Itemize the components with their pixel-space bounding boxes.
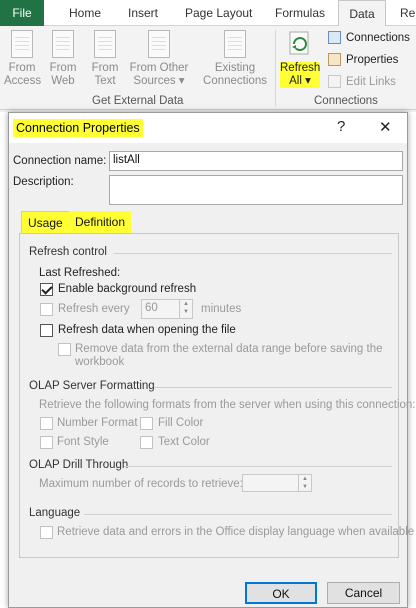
language-label: Retrieve data and errors in the Office d… [57, 526, 415, 538]
remove-data-label: Remove data from the external data range… [75, 343, 383, 355]
other-sources-icon [148, 30, 170, 58]
tab-file[interactable]: File [0, 0, 44, 26]
existing-connections-button[interactable]: Existing Connections [200, 30, 270, 88]
close-button[interactable]: ✕ [379, 118, 392, 136]
from-text-button[interactable]: From Text [88, 30, 122, 88]
connections-group-label: Connections [314, 95, 378, 107]
olap-formatting-heading: OLAP Server Formatting [29, 380, 155, 392]
description-label: Description: [13, 176, 74, 188]
ok-button[interactable]: OK [245, 582, 317, 604]
language-checkbox[interactable] [40, 526, 53, 539]
refresh-control-heading: Refresh control [29, 246, 107, 258]
tab-data[interactable]: Data [338, 0, 386, 27]
text-color-checkbox[interactable] [140, 436, 153, 449]
section-divider [124, 466, 392, 467]
ribbon: From Access From Web From Text From Othe… [0, 26, 416, 110]
worksheet-left-edge [0, 112, 8, 608]
connection-name-label: Connection name: [13, 155, 107, 167]
web-icon [52, 30, 74, 58]
text-color-label: Text Color [158, 436, 210, 448]
from-access-button[interactable]: From Access [4, 30, 41, 88]
fill-color-checkbox[interactable] [140, 417, 153, 430]
olap-drill-heading: OLAP Drill Through [29, 459, 129, 471]
number-format-label: Number Format [57, 417, 138, 429]
edit-links-icon [328, 75, 341, 88]
cancel-button[interactable]: Cancel [327, 582, 400, 604]
spinner-arrows-icon[interactable]: ▲ ▼ [298, 475, 311, 491]
language-heading: Language [29, 507, 81, 519]
font-style-checkbox[interactable] [40, 436, 53, 449]
connections-icon [328, 31, 341, 44]
spinner-arrows-icon[interactable]: ▲ ▼ [179, 300, 192, 318]
last-refreshed-label: Last Refreshed: [39, 267, 121, 279]
tab-formulas[interactable]: Formulas [275, 0, 325, 26]
database-icon [11, 30, 33, 58]
properties-icon [328, 53, 341, 66]
connection-name-input[interactable]: listAll [109, 151, 403, 171]
tab-review[interactable]: Re [400, 0, 415, 26]
section-divider [84, 514, 392, 515]
refresh-every-spinner[interactable]: 60 ▲ ▼ [141, 299, 193, 319]
enable-background-label: Enable background refresh [58, 283, 197, 295]
font-style-label: Font Style [57, 436, 109, 448]
dialog-title: Connection Properties [13, 119, 143, 137]
get-external-data-group-label: Get External Data [92, 95, 184, 107]
minutes-label: minutes [201, 303, 242, 315]
connection-properties-dialog: Connection Properties ? ✕ Connection nam… [8, 112, 416, 608]
tab-home[interactable]: Home [69, 0, 101, 26]
tab-page-layout[interactable]: Page Layout [185, 0, 252, 26]
tab-definition[interactable]: Definition [69, 211, 132, 233]
text-file-icon [94, 30, 116, 58]
enable-background-checkbox[interactable] [40, 283, 53, 296]
refresh-every-label: Refresh every [58, 303, 130, 315]
dialog-titlebar: Connection Properties ? ✕ [9, 113, 407, 143]
refresh-on-open-label: Refresh data when opening the file [58, 324, 236, 336]
max-records-label: Maximum number of records to retrieve: [39, 478, 243, 490]
refresh-all-button[interactable]: Refresh All ▾ [280, 30, 320, 88]
usage-panel: Refresh control Last Refreshed: Enable b… [19, 233, 416, 558]
number-format-checkbox[interactable] [40, 417, 53, 430]
from-web-button[interactable]: From Web [46, 30, 80, 88]
ribbon-separator [275, 30, 276, 106]
section-divider [154, 387, 392, 388]
section-divider [114, 253, 392, 254]
max-records-spinner[interactable]: ▲ ▼ [242, 474, 312, 492]
tab-insert[interactable]: Insert [128, 0, 158, 26]
description-input[interactable] [109, 175, 403, 205]
refresh-every-checkbox[interactable] [40, 303, 53, 316]
remove-data-checkbox[interactable] [58, 343, 71, 356]
ribbon-tab-bar: File Home Insert Page Layout Formulas Da… [0, 0, 416, 27]
olap-formatting-desc: Retrieve the following formats from the … [39, 399, 416, 411]
from-other-sources-button[interactable]: From Other Sources ▾ [128, 30, 190, 88]
refresh-icon [288, 30, 312, 58]
help-button[interactable]: ? [337, 118, 345, 135]
fill-color-label: Fill Color [158, 417, 204, 429]
refresh-on-open-checkbox[interactable] [40, 324, 53, 337]
existing-connections-icon [224, 30, 246, 58]
remove-data-label-cont: workbook [75, 356, 125, 368]
tab-usage[interactable]: Usage [21, 211, 70, 234]
